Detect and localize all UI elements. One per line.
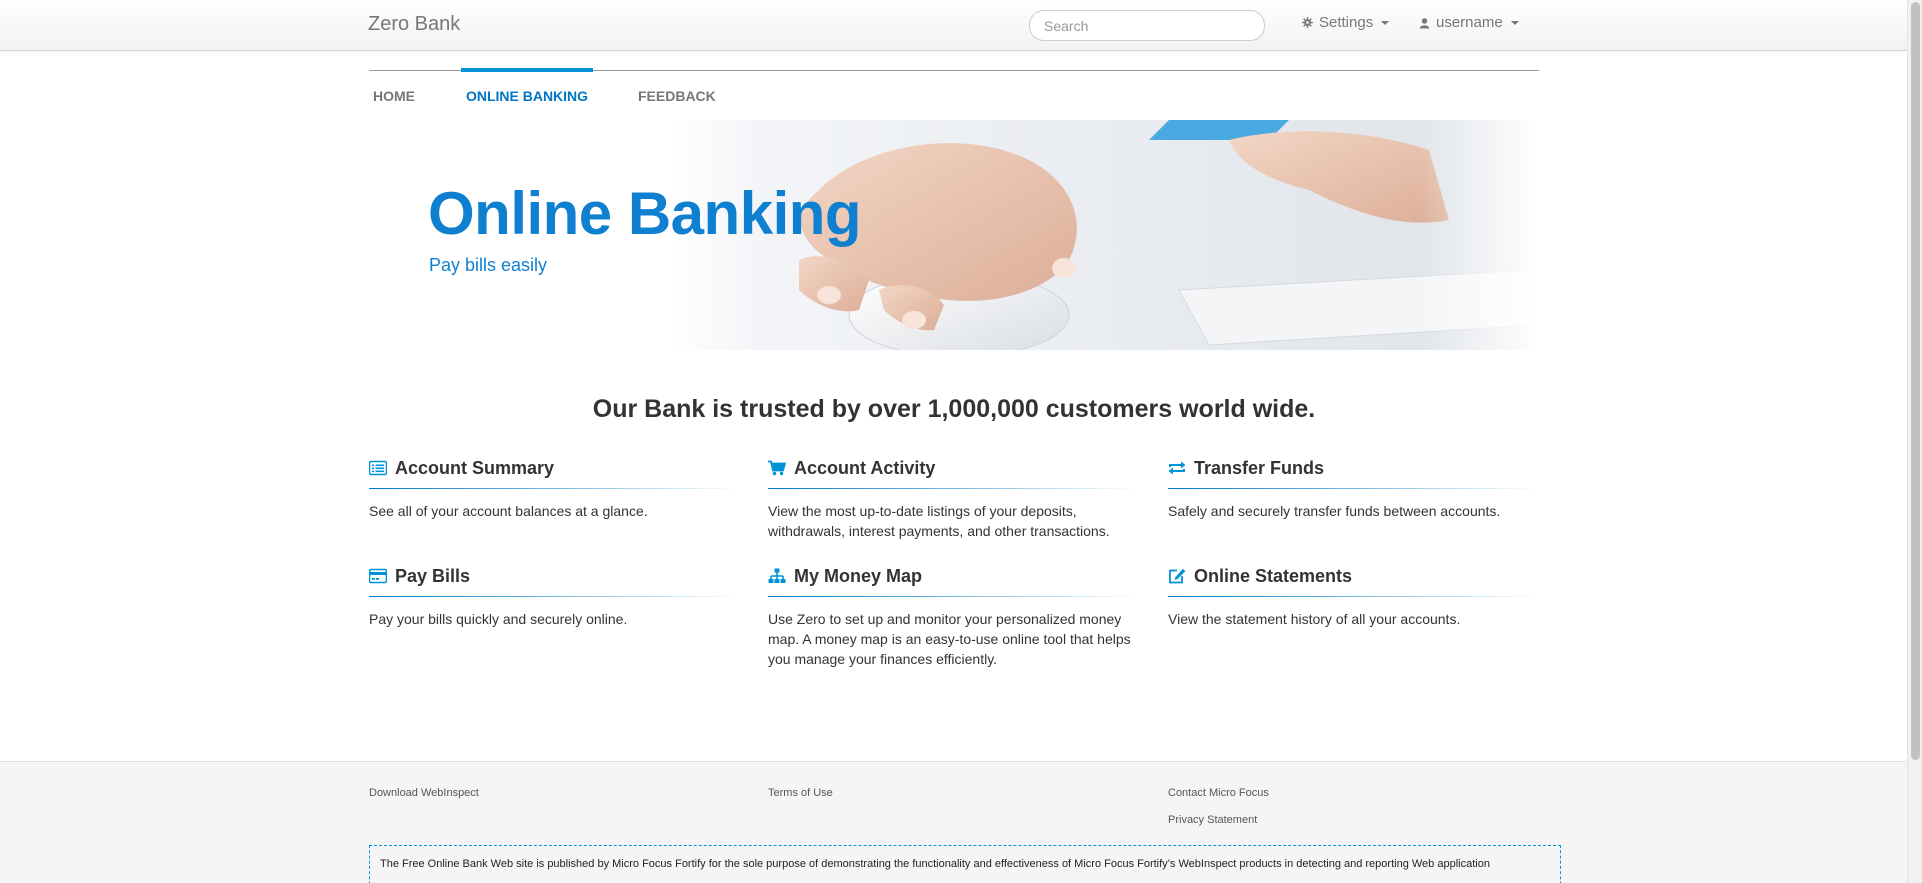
gear-icon xyxy=(1302,17,1313,28)
feature-heading[interactable]: My Money Map xyxy=(768,562,1138,590)
feature-divider xyxy=(1168,488,1538,489)
feature-account-summary: Account Summary See all of your account … xyxy=(369,454,739,521)
feature-heading[interactable]: Pay Bills xyxy=(369,562,739,590)
hero-banner: Online Banking Pay bills easily xyxy=(369,120,1539,350)
feature-divider xyxy=(369,488,739,489)
cart-icon xyxy=(768,460,786,476)
settings-label: Settings xyxy=(1319,14,1374,31)
feature-account-activity: Account Activity View the most up-to-dat… xyxy=(768,454,1138,541)
feature-title: My Money Map xyxy=(794,565,923,586)
feature-description: View the most up-to-date listings of you… xyxy=(768,503,1110,539)
feature-heading[interactable]: Account Summary xyxy=(369,454,739,482)
brand-logo[interactable]: Zero Bank xyxy=(368,13,460,36)
feature-description: Pay your bills quickly and securely onli… xyxy=(369,611,628,627)
list-icon xyxy=(369,460,387,476)
feature-divider xyxy=(768,488,1138,489)
trust-headline: Our Bank is trusted by over 1,000,000 cu… xyxy=(592,395,1316,423)
user-icon xyxy=(1419,17,1430,28)
scrollbar-thumb[interactable] xyxy=(1911,2,1920,760)
hero-subtitle: Pay bills easily xyxy=(429,255,548,275)
feature-divider xyxy=(369,596,739,597)
feature-description: Safely and securely transfer funds betwe… xyxy=(1168,503,1501,519)
tab-online-banking[interactable]: ONLINE BANKING xyxy=(461,68,593,110)
feature-title: Account Summary xyxy=(395,457,555,478)
download-webinspect-link[interactable]: Download WebInspect xyxy=(369,787,479,799)
credit-card-icon xyxy=(369,568,387,584)
feature-description: View the statement history of all your a… xyxy=(1168,611,1461,627)
feature-pay-bills: Pay Bills Pay your bills quickly and sec… xyxy=(369,562,739,629)
feature-transfer-funds: Transfer Funds Safely and securely trans… xyxy=(1168,454,1538,521)
feature-title: Account Activity xyxy=(794,457,936,478)
feature-heading[interactable]: Account Activity xyxy=(768,454,1138,482)
page: Zero Bank Settings username xyxy=(0,0,1922,883)
contact-micro-focus-link[interactable]: Contact Micro Focus xyxy=(1168,787,1269,799)
disclaimer-box: The Free Online Bank Web site is publish… xyxy=(369,845,1561,883)
top-navbar: Zero Bank Settings username xyxy=(0,0,1907,51)
chevron-down-icon xyxy=(1510,20,1519,25)
tab-home[interactable]: HOME xyxy=(373,71,415,113)
settings-dropdown[interactable]: Settings xyxy=(1302,14,1390,31)
privacy-statement-link[interactable]: Privacy Statement xyxy=(1168,814,1257,826)
feature-heading[interactable]: Transfer Funds xyxy=(1168,454,1538,482)
feature-divider xyxy=(1168,596,1538,597)
feature-my-money-map: My Money Map Use Zero to set up and moni… xyxy=(768,562,1138,669)
feature-heading[interactable]: Online Statements xyxy=(1168,562,1538,590)
feature-online-statements: Online Statements View the statement his… xyxy=(1168,562,1538,629)
edit-icon xyxy=(1169,568,1186,584)
feature-title: Online Statements xyxy=(1194,565,1353,586)
main-tabs: HOME ONLINE BANKING FEEDBACK xyxy=(369,68,1539,113)
transfer-icon xyxy=(1168,461,1186,475)
page-footer: Download WebInspect Terms of Use Contact… xyxy=(0,761,1907,883)
feature-divider xyxy=(768,596,1138,597)
page-scrollbar[interactable] xyxy=(1907,0,1922,883)
search-input[interactable] xyxy=(1029,10,1265,41)
feature-description: Use Zero to set up and monitor your pers… xyxy=(768,611,1131,667)
user-dropdown[interactable]: username xyxy=(1419,14,1519,31)
username-label: username xyxy=(1436,14,1503,31)
sitemap-icon xyxy=(768,568,786,583)
hero-title: Online Banking xyxy=(428,180,862,247)
feature-title: Transfer Funds xyxy=(1194,457,1325,478)
feature-description: See all of your account balances at a gl… xyxy=(369,503,648,519)
terms-of-use-link[interactable]: Terms of Use xyxy=(768,787,833,799)
chevron-down-icon xyxy=(1381,20,1390,25)
tab-feedback[interactable]: FEEDBACK xyxy=(638,71,716,113)
feature-title: Pay Bills xyxy=(395,565,471,586)
